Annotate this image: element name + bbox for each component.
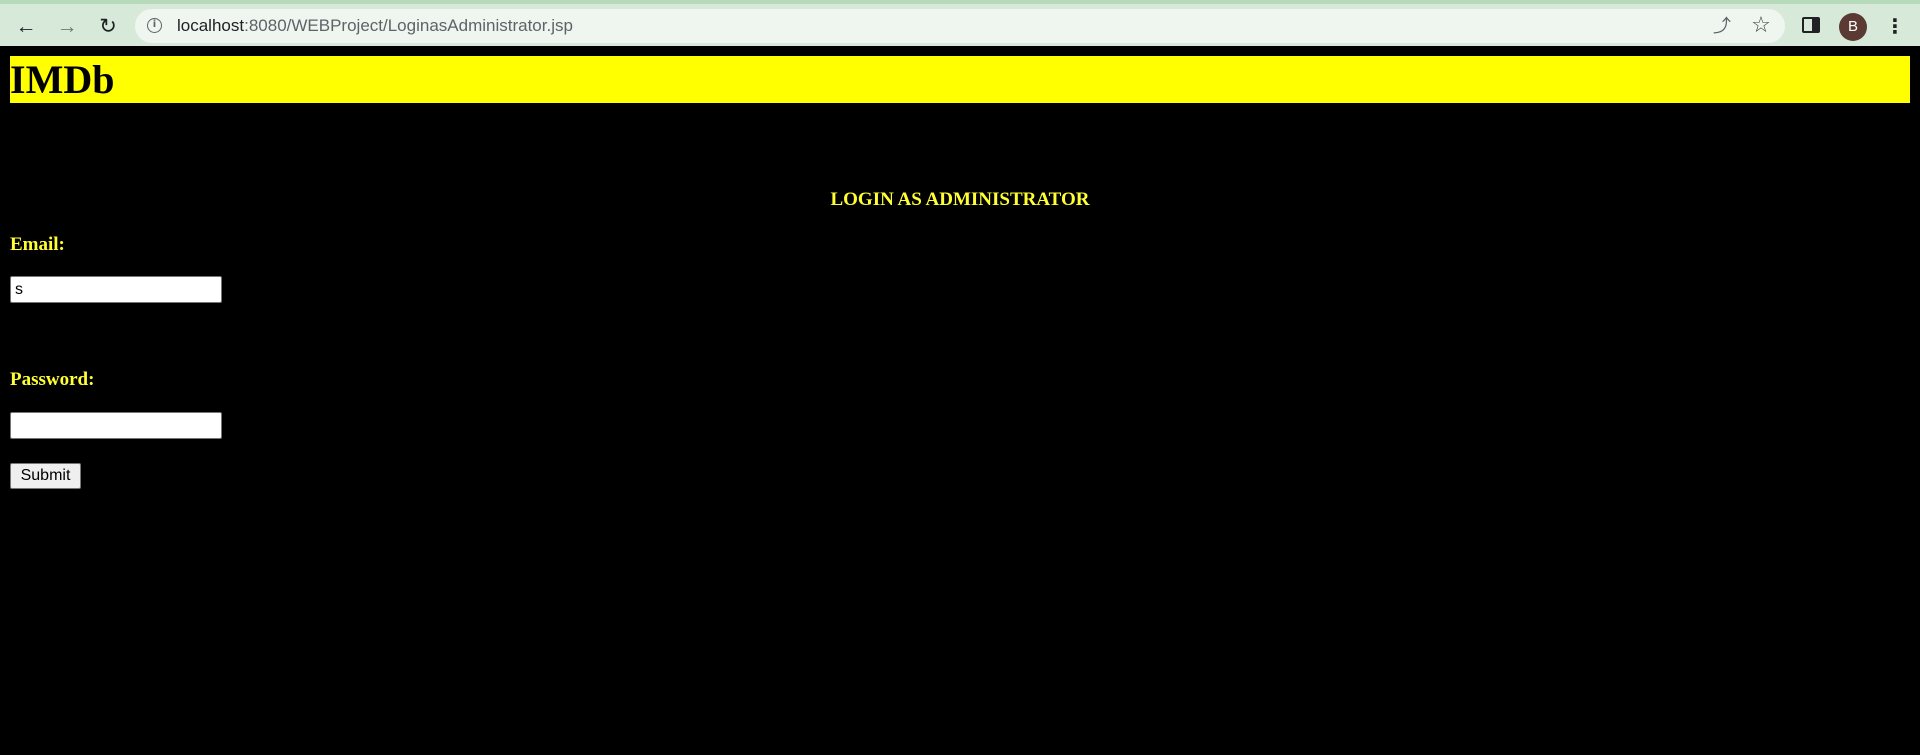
submit-button[interactable]: Submit — [10, 463, 81, 489]
page-body: IMDb LOGIN AS ADMINISTRATOR Email: Passw… — [0, 46, 1920, 755]
url-path: :8080/WEBProject/LoginasAdministrator.js… — [244, 16, 573, 35]
password-field[interactable] — [10, 412, 222, 439]
more-vert-icon[interactable]: ⋮ — [1885, 14, 1905, 40]
forward-arrow-icon[interactable]: → — [51, 10, 83, 42]
browser-toolbar: ← → ↻ i localhost:8080/WEBProject/Logina… — [0, 0, 1920, 46]
site-logo: IMDb — [10, 57, 115, 102]
address-bar[interactable]: i localhost:8080/WEBProject/LoginasAdmin… — [135, 9, 1785, 43]
avatar[interactable]: B — [1839, 13, 1867, 41]
info-icon[interactable]: i — [147, 18, 162, 33]
back-arrow-icon[interactable]: ← — [10, 10, 42, 42]
email-field[interactable] — [10, 276, 222, 303]
star-icon[interactable]: ☆ — [1749, 14, 1773, 38]
password-label: Password: — [10, 369, 95, 390]
url-host: localhost — [177, 16, 245, 35]
share-icon[interactable]: ⤴ — [1711, 15, 1733, 37]
side-panel-icon[interactable] — [1802, 17, 1820, 33]
header-banner: IMDb — [10, 56, 1910, 103]
url-text[interactable]: localhost:8080/WEBProject/LoginasAdminis… — [177, 16, 573, 36]
email-label: Email: — [10, 234, 65, 255]
reload-icon[interactable]: ↻ — [92, 10, 124, 42]
page-title: LOGIN AS ADMINISTRATOR — [830, 189, 1090, 210]
